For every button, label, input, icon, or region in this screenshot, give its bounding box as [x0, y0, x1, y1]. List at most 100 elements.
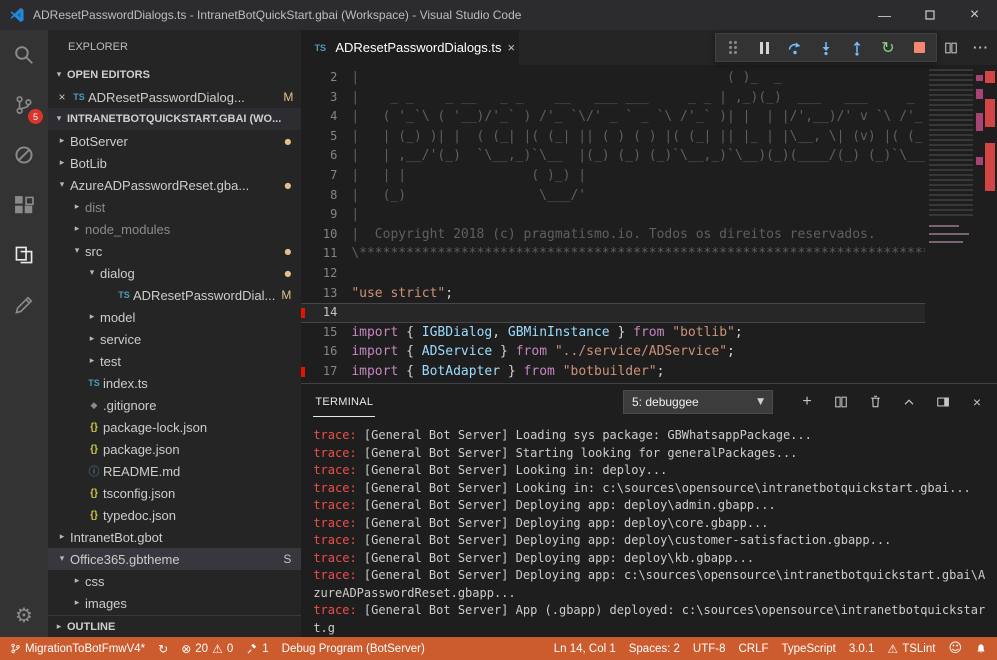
open-editor-item[interactable]: × TS ADResetPasswordDialog... M: [48, 86, 301, 108]
expanded-chevron-icon[interactable]: ▾: [69, 246, 85, 256]
collapsed-chevron-icon[interactable]: ▸: [69, 202, 85, 212]
code-line[interactable]: 12: [301, 264, 997, 284]
notifications-bell-icon[interactable]: [975, 642, 987, 655]
tree-item[interactable]: ▸test: [48, 350, 301, 372]
more-actions-icon[interactable]: ···: [973, 40, 989, 55]
tree-item[interactable]: ▸node_modules: [48, 218, 301, 240]
step-out-button[interactable]: [848, 39, 866, 57]
code-line[interactable]: 9| |: [301, 205, 997, 225]
terminal-selector[interactable]: 5: debuggee ▼: [623, 390, 773, 414]
workspace-header[interactable]: ▾ INTRANETBOTQUICKSTART.GBAI (WO...: [48, 108, 301, 130]
encoding[interactable]: UTF-8: [693, 643, 726, 655]
sync-item[interactable]: ↻: [158, 643, 168, 655]
tree-item[interactable]: {}typedoc.json: [48, 504, 301, 526]
close-window-button[interactable]: ×: [952, 0, 997, 30]
eol-sequence[interactable]: CRLF: [738, 643, 768, 655]
maximize-panel-icon[interactable]: [901, 394, 917, 410]
code-line[interactable]: 16import { ADService } from "../service/…: [301, 342, 997, 362]
kill-terminal-icon[interactable]: [867, 394, 883, 410]
tree-item[interactable]: ▾src●: [48, 240, 301, 262]
code-line[interactable]: 2| ( )_ _ |: [301, 68, 997, 88]
source-control-icon[interactable]: 5: [0, 80, 48, 130]
code-line[interactable]: 4| ( '_`\ ( '__)/'_` ) /'_ `\/' _ ` _ `\…: [301, 107, 997, 127]
terminal-output[interactable]: trace: [General Bot Server] Loading sys …: [301, 419, 997, 637]
code-line[interactable]: 3| _ _ _ __ _ _ __ ___ ___ _ _ | ,_)(_) …: [301, 88, 997, 108]
code-line[interactable]: 15import { IGBDialog, GBMinInstance } fr…: [301, 323, 997, 343]
close-panel-icon[interactable]: ×: [969, 394, 985, 410]
code-editor[interactable]: 2| ( )_ _ |3| _ _ _ __ _ _ __ ___ ___ _ …: [301, 65, 997, 383]
collapsed-chevron-icon[interactable]: ▸: [84, 334, 100, 344]
code-line[interactable]: 11\*************************************…: [301, 244, 997, 264]
tree-item[interactable]: ▸service: [48, 328, 301, 350]
tree-item[interactable]: ◆.gitignore: [48, 394, 301, 416]
collapsed-chevron-icon[interactable]: ▸: [54, 532, 70, 542]
tab-adresetpassworddialogs[interactable]: TS ADResetPasswordDialogs.ts ×: [301, 30, 519, 65]
debug-status[interactable]: Debug Program (BotServer): [282, 643, 425, 655]
edit-icon[interactable]: [0, 280, 48, 330]
close-tab-icon[interactable]: ×: [508, 40, 516, 55]
expanded-chevron-icon[interactable]: ▾: [54, 180, 70, 190]
split-editor-icon[interactable]: [943, 40, 959, 56]
tree-item[interactable]: ▾Office365.gbthemeS: [48, 548, 301, 570]
collapsed-chevron-icon[interactable]: ▸: [69, 224, 85, 234]
feedback-smiley-icon[interactable]: ☺: [948, 642, 962, 655]
code-line[interactable]: 7| | | ( )_) | |: [301, 166, 997, 186]
tree-item[interactable]: ▸images: [48, 592, 301, 614]
tree-item[interactable]: ▾dialog●: [48, 262, 301, 284]
collapsed-chevron-icon[interactable]: ▸: [54, 136, 70, 146]
tree-item[interactable]: {}package.json: [48, 438, 301, 460]
minimize-button[interactable]: —: [862, 0, 907, 30]
tree-item[interactable]: {}tsconfig.json: [48, 482, 301, 504]
outline-header[interactable]: ▸ OUTLINE: [48, 615, 301, 637]
pause-button[interactable]: [755, 39, 773, 57]
explorer-icon[interactable]: [0, 230, 48, 280]
drag-grip-icon[interactable]: [724, 39, 742, 57]
collapsed-chevron-icon[interactable]: ▸: [84, 312, 100, 322]
code-line[interactable]: 5| | (_) )| | ( (_| |( (_| || ( ) ( ) |(…: [301, 127, 997, 147]
code-line[interactable]: 17import { BotAdapter } from "botbuilder…: [301, 362, 997, 382]
problems-item[interactable]: ⊗ 20 ⚠ 0: [181, 643, 233, 655]
toggle-panel-icon[interactable]: [935, 394, 951, 410]
close-editor-icon[interactable]: ×: [54, 90, 70, 104]
language-mode[interactable]: TypeScript: [782, 643, 836, 655]
collapsed-chevron-icon[interactable]: ▸: [69, 598, 85, 608]
code-line[interactable]: 18: [301, 382, 997, 384]
tree-item[interactable]: ▸BotLib: [48, 152, 301, 174]
collapsed-chevron-icon[interactable]: ▸: [54, 158, 70, 168]
expanded-chevron-icon[interactable]: ▾: [54, 554, 70, 564]
open-editors-header[interactable]: ▾ OPEN EDITORS: [48, 64, 301, 86]
stop-button[interactable]: [910, 39, 928, 57]
code-line[interactable]: 8| (_) \___/' |: [301, 186, 997, 206]
tree-item[interactable]: TSindex.ts: [48, 372, 301, 394]
tab-terminal[interactable]: TERMINAL: [313, 386, 375, 417]
maximize-button[interactable]: [907, 0, 952, 30]
collapsed-chevron-icon[interactable]: ▸: [84, 356, 100, 366]
debug-icon[interactable]: [0, 130, 48, 180]
git-branch-item[interactable]: MigrationToBotFmwV4*: [10, 642, 145, 655]
step-over-button[interactable]: [786, 39, 804, 57]
minimap[interactable]: [925, 65, 983, 383]
ts-version[interactable]: 3.0.1: [849, 643, 875, 655]
tree-item[interactable]: ▸dist: [48, 196, 301, 218]
new-terminal-icon[interactable]: +: [799, 394, 815, 410]
split-terminal-icon[interactable]: [833, 394, 849, 410]
collapsed-chevron-icon[interactable]: ▸: [69, 576, 85, 586]
indentation[interactable]: Spaces: 2: [629, 643, 680, 655]
current-code-line[interactable]: 14: [301, 303, 997, 323]
restart-button[interactable]: ↻: [879, 39, 897, 57]
tree-item[interactable]: ▸model: [48, 306, 301, 328]
tree-item[interactable]: {}package-lock.json: [48, 416, 301, 438]
settings-gear-icon[interactable]: ⚙: [0, 593, 48, 637]
tree-item[interactable]: ▸IntranetBot.gbot: [48, 526, 301, 548]
code-line[interactable]: 13"use strict";: [301, 284, 997, 304]
tree-item[interactable]: ▸css: [48, 570, 301, 592]
expanded-chevron-icon[interactable]: ▾: [84, 268, 100, 278]
search-icon[interactable]: [0, 30, 48, 80]
tslint-status[interactable]: ⚠ TSLint: [887, 643, 935, 655]
extensions-icon[interactable]: [0, 180, 48, 230]
tree-item[interactable]: ⓘREADME.md: [48, 460, 301, 482]
step-into-button[interactable]: [817, 39, 835, 57]
code-line[interactable]: 6| | ,__/'(_) `\__,_)`\__ |(_) (_) (_)`\…: [301, 146, 997, 166]
tree-item[interactable]: ▸BotServer●: [48, 130, 301, 152]
tasks-item[interactable]: 1: [246, 643, 268, 655]
